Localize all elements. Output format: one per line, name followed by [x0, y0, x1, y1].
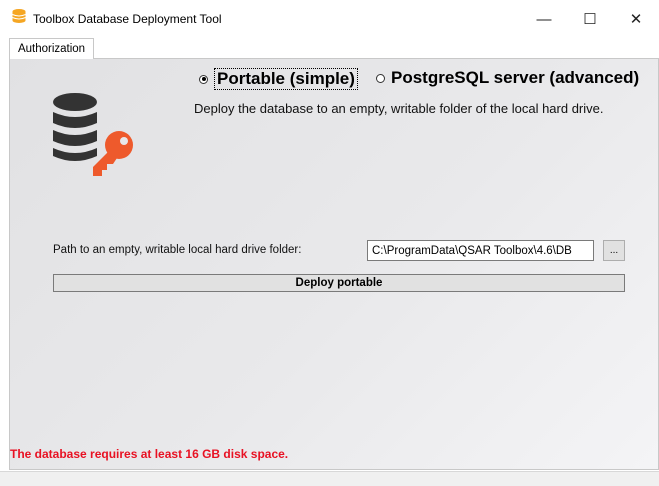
tab-label: Authorization	[17, 43, 86, 55]
tab-authorization[interactable]: Authorization	[9, 38, 94, 59]
portable-radio-label: Portable (simple)	[214, 68, 358, 90]
close-button[interactable]: ✕	[613, 0, 659, 38]
browse-button[interactable]: ...	[603, 240, 625, 261]
database-key-icon	[53, 93, 133, 176]
mode-description: Deploy the database to an empty, writabl…	[194, 101, 604, 116]
tab-strip	[0, 38, 659, 59]
title-bar: Toolbox Database Deployment Tool — ☐ ✕	[0, 0, 659, 38]
path-label: Path to an empty, writable local hard dr…	[53, 244, 302, 256]
deploy-portable-button[interactable]: Deploy portable	[53, 274, 625, 292]
portable-radio[interactable]: Portable (simple)	[199, 68, 358, 90]
postgres-radio[interactable]: PostgreSQL server (advanced)	[376, 68, 639, 88]
postgres-radio-label: PostgreSQL server (advanced)	[391, 68, 640, 87]
maximize-button[interactable]: ☐	[567, 0, 613, 38]
minimize-button[interactable]: —	[521, 0, 567, 38]
minimize-icon: —	[536, 10, 552, 28]
maximize-icon: ☐	[583, 11, 597, 28]
status-bar	[0, 471, 659, 486]
path-input[interactable]	[367, 240, 594, 261]
window-title: Toolbox Database Deployment Tool	[33, 12, 222, 26]
disk-space-warning: The database requires at least 16 GB dis…	[10, 447, 289, 461]
database-icon	[12, 9, 26, 23]
close-icon: ✕	[629, 11, 643, 28]
radio-selected-indicator	[199, 74, 208, 84]
radio-unselected-indicator	[376, 73, 385, 83]
